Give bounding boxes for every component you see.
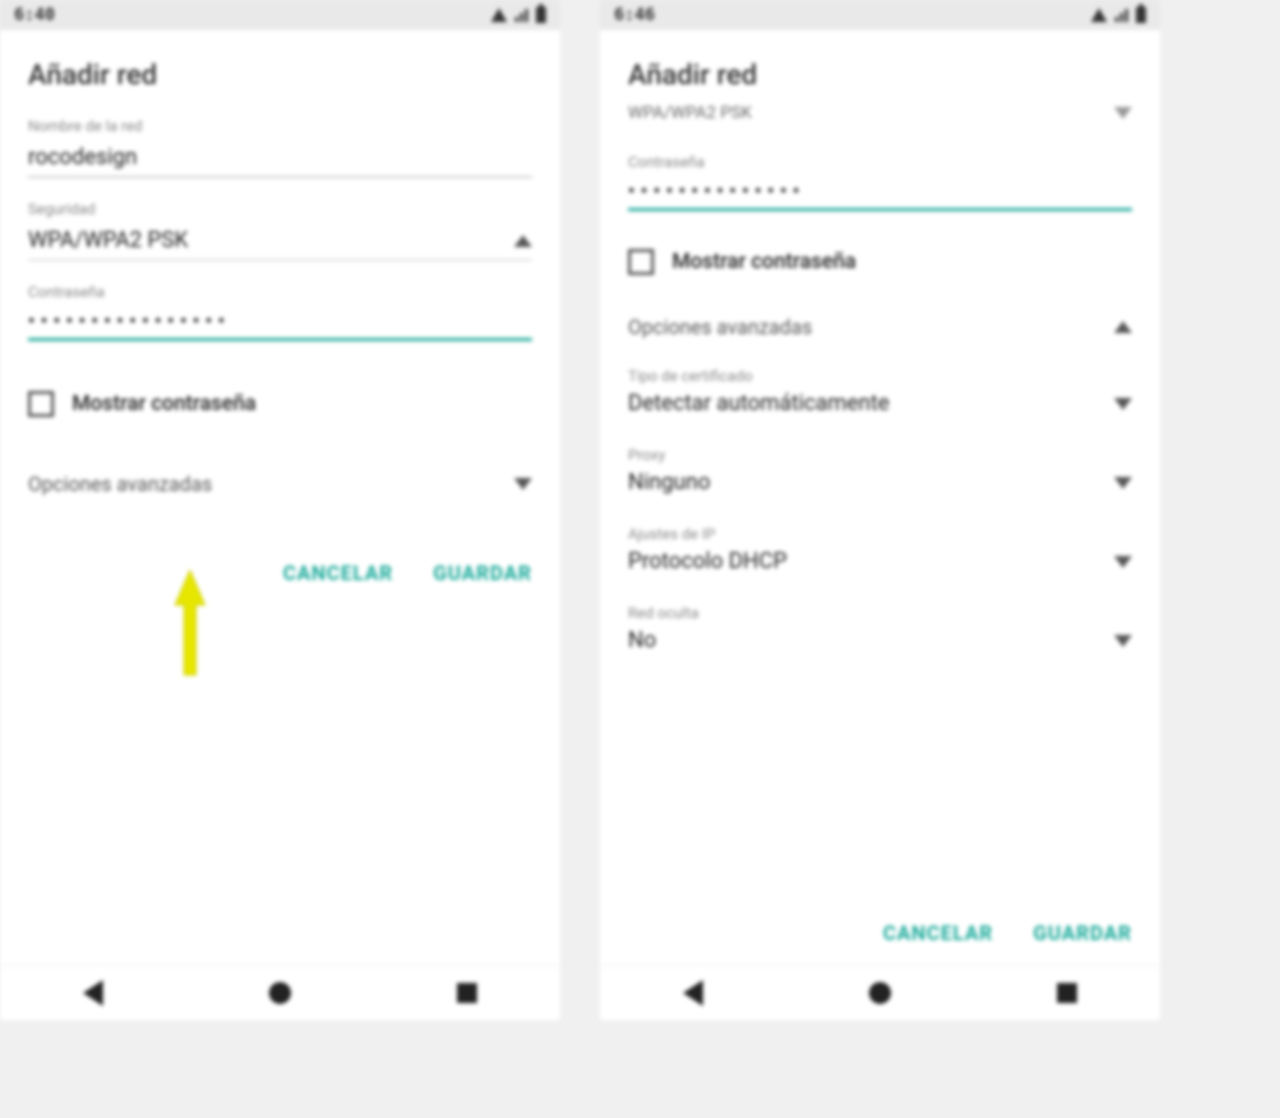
show-password-row[interactable]: Mostrar contraseña (628, 249, 1132, 275)
cancel-button[interactable]: CANCELAR (283, 561, 393, 585)
chevron-down-icon (1114, 107, 1132, 119)
ssid-input[interactable]: rocodesign (28, 135, 532, 178)
battery-icon (536, 7, 546, 23)
advanced-options-row[interactable]: Opciones avanzadas (28, 472, 532, 496)
nav-bar (600, 965, 1160, 1020)
status-bar: 6:40 (0, 0, 560, 30)
chevron-down-icon (1114, 635, 1132, 647)
nav-recents-icon[interactable] (457, 983, 477, 1003)
proxy-label: Proxy (628, 446, 1132, 464)
wifi-icon (1091, 8, 1107, 22)
security-value: WPA/WPA2 PSK (28, 228, 188, 253)
phone-left: 6:40 Añadir red Nombre de la red rocodes… (0, 0, 560, 1020)
ip-settings-value: Protocolo DHCP (628, 549, 787, 574)
status-bar: 6:46 (600, 0, 1160, 30)
nav-home-icon[interactable] (869, 982, 891, 1004)
wifi-icon (491, 8, 507, 22)
chevron-up-icon (1114, 321, 1132, 333)
save-button[interactable]: GUARDAR (433, 561, 532, 585)
chevron-down-icon (514, 478, 532, 490)
checkbox-icon[interactable] (28, 391, 54, 417)
dialog-title: Añadir red (28, 58, 532, 91)
status-icons (1091, 7, 1146, 23)
nav-recents-icon[interactable] (1057, 983, 1077, 1003)
ip-settings-select[interactable]: Protocolo DHCP (628, 543, 1132, 576)
show-password-label: Mostrar contraseña (72, 392, 256, 416)
show-password-row[interactable]: Mostrar contraseña (28, 391, 532, 417)
dialog-content: Añadir red Nombre de la red rocodesign S… (0, 30, 560, 965)
dialog-title: Añadir red (628, 58, 1132, 91)
advanced-label: Opciones avanzadas (28, 472, 212, 496)
battery-icon (1136, 7, 1146, 23)
checkbox-icon[interactable] (628, 249, 654, 275)
signal-icon (1115, 9, 1128, 22)
dialog-content: Añadir red WPA/WPA2 PSK Contraseña •••••… (600, 30, 1160, 965)
nav-bar (0, 965, 560, 1020)
dialog-actions: CANCELAR GUARDAR (28, 561, 532, 585)
cert-value: Detectar automáticamente (628, 391, 889, 416)
password-label: Contraseña (628, 153, 1132, 171)
dialog-actions: CANCELAR GUARDAR (883, 921, 1132, 945)
ssid-label: Nombre de la red (28, 117, 532, 135)
nav-back-icon[interactable] (83, 980, 103, 1006)
security-select[interactable]: WPA/WPA2 PSK (28, 218, 532, 261)
proxy-select[interactable]: Ninguno (628, 464, 1132, 497)
nav-back-icon[interactable] (683, 980, 703, 1006)
chevron-up-icon (514, 235, 532, 247)
password-input[interactable]: •••••••••••••• (628, 171, 1132, 211)
ip-settings-label: Ajustes de IP (628, 525, 1132, 543)
password-input[interactable]: •••••••••••••••• (28, 301, 532, 341)
cert-label: Tipo de certificado (628, 367, 1132, 385)
chevron-down-icon (1114, 477, 1132, 489)
hidden-network-value: No (628, 628, 656, 653)
hidden-network-label: Red oculta (628, 604, 1132, 622)
save-button[interactable]: GUARDAR (1033, 921, 1132, 945)
cert-select[interactable]: Detectar automáticamente (628, 385, 1132, 418)
security-subtitle-row[interactable]: WPA/WPA2 PSK (628, 97, 1132, 125)
nav-home-icon[interactable] (269, 982, 291, 1004)
status-time: 6:40 (14, 5, 55, 25)
security-label: Seguridad (28, 200, 532, 218)
hidden-network-select[interactable]: No (628, 622, 1132, 655)
advanced-options-row[interactable]: Opciones avanzadas (628, 315, 1132, 339)
status-icons (491, 7, 546, 23)
chevron-down-icon (1114, 556, 1132, 568)
signal-icon (515, 9, 528, 22)
show-password-label: Mostrar contraseña (672, 250, 856, 274)
chevron-down-icon (1114, 398, 1132, 410)
security-subtitle: WPA/WPA2 PSK (628, 103, 752, 123)
phone-right: 6:46 Añadir red WPA/WPA2 PSK Contraseña … (600, 0, 1160, 1020)
status-time: 6:46 (614, 5, 655, 25)
proxy-value: Ninguno (628, 470, 710, 495)
password-label: Contraseña (28, 283, 532, 301)
advanced-label: Opciones avanzadas (628, 315, 812, 339)
cancel-button[interactable]: CANCELAR (883, 921, 993, 945)
